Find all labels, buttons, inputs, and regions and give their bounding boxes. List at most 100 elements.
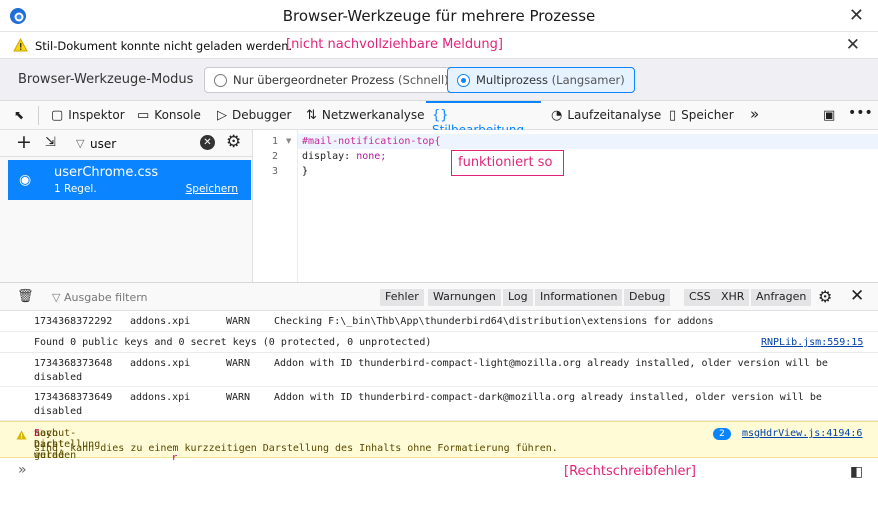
mode-label: Browser-Werkzeuge-Modus [18, 72, 194, 87]
filter-log[interactable]: Log [503, 289, 533, 306]
radio-multi-label: Multiprozess [476, 73, 549, 87]
filter-css[interactable]: CSS [684, 289, 716, 306]
log-message: Addon with ID thunderbird-compact-dark@m… [274, 392, 822, 403]
fold-arrow-icon[interactable]: ▼ [286, 137, 291, 145]
tab-memory[interactable]: ▯ Speicher [669, 101, 734, 130]
console-prompt-icon: » [18, 462, 27, 478]
log-module: addons.xpi [130, 316, 191, 327]
window-close-button[interactable]: ✕ [849, 5, 864, 26]
log-message: Addon with ID thunderbird-compact-light@… [274, 358, 828, 369]
log-level: WARN [226, 358, 251, 369]
filter-debug[interactable]: Debug [624, 289, 671, 306]
log-message: Checking F:\_bin\Thb\App\thunderbird64\d… [274, 316, 714, 327]
line-number: 1 [272, 136, 279, 147]
tab-console[interactable]: ▭ Konsole [137, 101, 201, 130]
console-warning-row: Layout-Darstellung wurde erzwungen, bevo… [0, 421, 878, 521]
code-line-3: } [302, 166, 309, 177]
console-input[interactable]: » [Rechtschreibfehler] ◧ [0, 460, 878, 521]
stylesheet-sidebar: + ⇲ ▽ user ✕ ⚙ ◉ userChrome.css 1 Regel.… [0, 130, 253, 282]
annotation-works: funktioniert so [451, 150, 564, 176]
log-timestamp: 1734368372292 [34, 316, 113, 327]
notification-message: Stil-Dokument konnte nicht geladen werde… [35, 39, 293, 53]
line-gutter: 1 ▼ 2 3 [254, 130, 298, 282]
filter-xhr[interactable]: XHR [716, 289, 750, 306]
settings-gear-icon[interactable]: ⚙ [226, 132, 241, 152]
console-row: Found 0 public keys and 0 secret keys (0… [0, 332, 878, 353]
stylesheet-item[interactable]: ◉ userChrome.css 1 Regel. Speichern [8, 160, 251, 200]
log-timestamp: 1734368373648 [34, 358, 113, 369]
tab-label: Konsole [154, 108, 201, 122]
memory-icon: ▯ [669, 108, 677, 123]
element-picker-icon[interactable]: ⬉ [14, 101, 24, 130]
annotation-spelling-error: [Rechtschreibfehler] [564, 464, 696, 479]
tabs-overflow-button[interactable]: » [750, 101, 759, 130]
style-editor-icon: {} [432, 108, 449, 123]
radio-parent-sub: (Schnell) [398, 73, 449, 87]
console-filter-input[interactable]: ▽ Ausgabe filtern [52, 291, 148, 304]
radio-dot [214, 74, 227, 87]
log-message: Found 0 public keys and 0 secret keys (0… [34, 337, 432, 348]
stylesheet-filter-input[interactable]: user [90, 137, 116, 151]
code-line-1: #mail-notification-top{ [302, 136, 441, 147]
inspector-icon: ▢ [51, 108, 64, 123]
filter-requests[interactable]: Anfragen [751, 289, 812, 306]
line-number: 2 [272, 151, 279, 162]
tab-performance[interactable]: ◔ Laufzeitanalyse [551, 101, 661, 130]
editor-mode-toggle-icon[interactable]: ◧ [850, 464, 863, 480]
annotation-unclear-message: [nicht nachvollziehbare Meldung] [286, 37, 503, 52]
notification-bar: Stil-Dokument konnte nicht geladen werde… [0, 32, 878, 59]
filter-error[interactable]: Fehler [380, 289, 424, 306]
log-source-link[interactable]: RNPLib.jsm:559:15 [761, 337, 863, 348]
tab-network[interactable]: ⇅ Netzwerkanalyse [306, 101, 425, 130]
clear-filter-icon[interactable]: ✕ [200, 135, 215, 150]
divider [38, 106, 39, 125]
devtools-toolbar: ⬉ ▢ Inspektor ▭ Konsole ▷ Debugger ⇅ Netzwer… [0, 101, 878, 137]
css-value: none; [350, 151, 387, 162]
filter-icon: ▽ [76, 137, 85, 150]
radio-multi-sub: (Langsamer) [551, 73, 625, 87]
filter-info[interactable]: Informationen [535, 289, 623, 306]
import-stylesheet-icon[interactable]: ⇲ [45, 135, 56, 150]
code-editor[interactable]: 1 ▼ 2 3 #mail-notification-top{ display:… [254, 130, 878, 282]
filter-icon: ▽ [52, 291, 64, 304]
log-level: WARN [226, 392, 251, 403]
radio-multiprocess[interactable]: Multiprozess (Langsamer) [447, 67, 635, 93]
console-row: 1734368373649 addons.xpi WARN Addon with… [0, 387, 878, 421]
performance-icon: ◔ [551, 108, 563, 123]
tab-debugger[interactable]: ▷ Debugger [217, 101, 291, 130]
radio-parent-process[interactable]: Nur übergeordneter Prozess (Schnell) [204, 67, 459, 93]
filter-warnings[interactable]: Warnungen [428, 289, 501, 306]
line-number: 3 [272, 166, 279, 177]
mode-bar: Browser-Werkzeuge-Modus Nur übergeordnet… [0, 59, 878, 101]
warning-icon [16, 430, 27, 440]
stylesheet-rule-count: 1 Regel. [54, 183, 97, 195]
more-options-icon[interactable]: ••• [848, 101, 873, 130]
tab-style-editor[interactable]: {}Stilbearbeitung [426, 101, 541, 137]
console-icon: ▭ [137, 108, 150, 123]
debugger-icon: ▷ [217, 108, 227, 123]
tab-inspector[interactable]: ▢ Inspektor [51, 101, 125, 130]
save-link[interactable]: Speichern [186, 183, 238, 195]
tab-label: Speicher [681, 108, 734, 122]
console-toolbar: 🗑 ▽ Ausgabe filtern Fehler Warnungen Log… [0, 282, 878, 311]
console-row: 1734368373648 addons.xpi WARN Addon with… [0, 353, 878, 387]
network-icon: ⇅ [306, 108, 317, 123]
warning-source-link[interactable]: msgHdrView.js:4194:6 [742, 428, 862, 439]
console-settings-gear-icon[interactable]: ⚙ [818, 287, 832, 306]
log-timestamp: 1734368373649 [34, 392, 113, 403]
trash-icon[interactable]: 🗑 [17, 289, 34, 304]
repeat-count-badge: 2 [713, 428, 731, 440]
eye-toggle-icon[interactable]: ◉ [19, 172, 31, 188]
console-close-button[interactable]: ✕ [850, 286, 864, 306]
warning-icon [13, 38, 28, 52]
new-stylesheet-button[interactable]: + [16, 131, 32, 153]
notification-close-button[interactable]: ✕ [846, 35, 860, 55]
radio-dot-selected [457, 74, 470, 87]
stylesheet-name: userChrome.css [54, 165, 159, 180]
log-module: addons.xpi [130, 392, 191, 403]
code-line-2: display: none; [302, 151, 386, 162]
log-message-cont: disabled [34, 406, 83, 417]
log-message-cont: disabled [34, 372, 83, 383]
css-property: display: [302, 151, 351, 162]
dock-layout-icon[interactable]: ▣ [823, 101, 835, 130]
